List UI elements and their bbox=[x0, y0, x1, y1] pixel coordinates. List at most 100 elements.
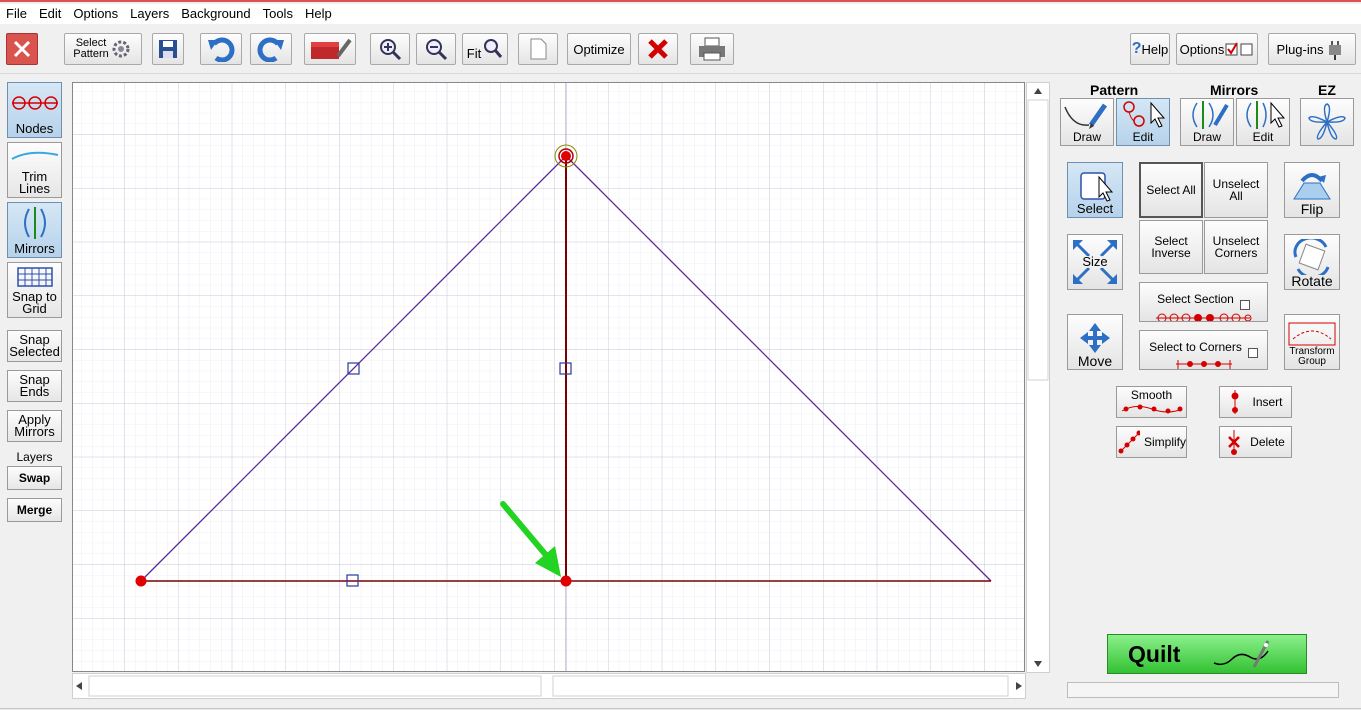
mirror-draw-icon bbox=[1192, 101, 1229, 129]
unselect-all-button[interactable]: Unselect All bbox=[1204, 162, 1268, 218]
zoom-in-button[interactable] bbox=[370, 33, 410, 65]
zoom-out-icon bbox=[426, 39, 448, 61]
select-inverse-button[interactable]: Select Inverse bbox=[1139, 220, 1203, 274]
menu-options[interactable]: Options bbox=[67, 4, 124, 24]
edit-nodes-icon bbox=[1123, 101, 1166, 128]
menu-tools[interactable]: Tools bbox=[257, 4, 299, 24]
select-inverse-label-2: Inverse bbox=[1151, 246, 1191, 260]
unselect-corners-button[interactable]: Unselect Corners bbox=[1204, 220, 1268, 274]
menu-layers[interactable]: Layers bbox=[124, 4, 175, 24]
optimize-label: Optimize bbox=[573, 41, 625, 57]
size-label: Size bbox=[1082, 254, 1108, 269]
optimize-button[interactable]: Optimize bbox=[567, 33, 631, 65]
simplify-button[interactable]: Simplify bbox=[1116, 426, 1187, 458]
zoom-out-button[interactable] bbox=[416, 33, 456, 65]
menu-help[interactable]: Help bbox=[299, 4, 338, 24]
pattern-header: Pattern bbox=[1090, 82, 1139, 98]
move-button[interactable]: Move bbox=[1067, 314, 1123, 370]
zoom-fit-button[interactable]: Fit bbox=[462, 33, 508, 65]
scroll-left-icon[interactable] bbox=[76, 682, 82, 690]
menu-edit[interactable]: Edit bbox=[33, 4, 67, 24]
trim-label-2: Lines bbox=[18, 181, 51, 196]
pattern-edit-button[interactable]: Edit bbox=[1116, 98, 1170, 146]
section-nodes-icon bbox=[1155, 313, 1251, 321]
select-pattern-button[interactable]: Select Pattern bbox=[64, 33, 142, 65]
select-to-corners-button[interactable]: Select to Corners bbox=[1139, 330, 1268, 370]
rotate-label: Rotate bbox=[1291, 273, 1333, 289]
print-button[interactable] bbox=[690, 33, 734, 65]
scroll-up-icon[interactable] bbox=[1034, 88, 1042, 94]
drawing-canvas[interactable] bbox=[72, 82, 1025, 672]
select-tool-button[interactable]: Select bbox=[1067, 162, 1123, 218]
close-button[interactable] bbox=[6, 33, 38, 65]
mirrors-draw-button[interactable]: Draw bbox=[1180, 98, 1234, 146]
select-section-label: Select Section bbox=[1157, 292, 1234, 306]
insert-node-icon bbox=[1231, 390, 1239, 414]
transform-group-button[interactable]: Transform Group bbox=[1284, 314, 1340, 370]
snap-selected-button[interactable]: Snap Selected bbox=[7, 330, 62, 362]
apply-mirrors-button[interactable]: Apply Mirrors bbox=[7, 410, 62, 442]
pattern-draw-label: Draw bbox=[1072, 130, 1101, 144]
insert-button[interactable]: Insert bbox=[1219, 386, 1292, 418]
save-button[interactable] bbox=[152, 33, 184, 65]
options-button[interactable]: Options bbox=[1176, 33, 1258, 65]
close-icon bbox=[13, 40, 31, 58]
pattern-canvas-svg[interactable] bbox=[73, 83, 1025, 672]
toolbox-button[interactable] bbox=[304, 33, 356, 65]
delete-node-button[interactable]: Delete bbox=[1219, 426, 1292, 458]
needle-thread-icon bbox=[1214, 640, 1270, 668]
snap-ends-button[interactable]: Snap Ends bbox=[7, 370, 62, 402]
trim-lines-button[interactable]: Trim Lines bbox=[7, 142, 62, 198]
center-node[interactable] bbox=[560, 575, 572, 587]
undo-button[interactable] bbox=[200, 33, 242, 65]
simplify-label: Simplify bbox=[1143, 435, 1186, 449]
redo-button[interactable] bbox=[250, 33, 292, 65]
delete-pattern-button[interactable] bbox=[638, 33, 678, 65]
apply-mirrors-label-2: Mirrors bbox=[14, 424, 55, 439]
smooth-icon bbox=[1121, 404, 1182, 414]
flip-icon bbox=[1293, 173, 1331, 200]
ez-header: EZ bbox=[1318, 82, 1336, 98]
nodes-icon bbox=[11, 96, 58, 110]
page-icon bbox=[530, 38, 547, 60]
horizontal-scrollbar[interactable] bbox=[72, 673, 1026, 699]
vertical-scroll-thumb[interactable] bbox=[1027, 99, 1049, 381]
top-node[interactable] bbox=[561, 151, 571, 161]
scroll-down-icon[interactable] bbox=[1034, 661, 1042, 667]
redo-icon bbox=[257, 37, 284, 62]
scroll-right-icon[interactable] bbox=[1016, 682, 1022, 690]
rotate-button[interactable]: Rotate bbox=[1284, 234, 1340, 290]
plugins-button[interactable]: Plug-ins bbox=[1268, 33, 1356, 65]
nodes-button[interactable]: Nodes bbox=[7, 82, 62, 138]
help-button[interactable]: ? Help bbox=[1130, 33, 1170, 65]
zoom-in-icon bbox=[380, 39, 402, 61]
select-section-button[interactable]: Select Section bbox=[1139, 282, 1268, 322]
snap-grid-label-2: Grid bbox=[22, 301, 47, 316]
flip-button[interactable]: Flip bbox=[1284, 162, 1340, 218]
hscroll-graphic bbox=[76, 675, 1022, 697]
left-node[interactable] bbox=[135, 575, 147, 587]
select-to-corners-checkbox[interactable] bbox=[1247, 348, 1258, 358]
vertical-scrollbar[interactable] bbox=[1026, 82, 1050, 673]
mirrors-header: Mirrors bbox=[1210, 82, 1259, 98]
ez-button[interactable] bbox=[1300, 98, 1354, 146]
snap-to-grid-button[interactable]: Snap to Grid bbox=[7, 262, 62, 318]
plug-icon bbox=[1329, 41, 1342, 60]
quilt-button[interactable]: Quilt bbox=[1107, 634, 1307, 674]
unselect-corners-label-2: Corners bbox=[1214, 246, 1258, 260]
menu-background[interactable]: Background bbox=[175, 4, 256, 24]
pattern-draw-button[interactable]: Draw bbox=[1060, 98, 1114, 146]
horizontal-scroll-thumb[interactable] bbox=[88, 675, 542, 697]
mirrors-edit-button[interactable]: Edit bbox=[1236, 98, 1290, 146]
smooth-button[interactable]: Smooth bbox=[1116, 386, 1187, 418]
select-section-checkbox[interactable] bbox=[1239, 300, 1250, 310]
size-button[interactable]: Size bbox=[1067, 234, 1123, 290]
swap-button[interactable]: Swap bbox=[7, 466, 62, 490]
select-all-button[interactable]: Select All bbox=[1139, 162, 1203, 218]
app-window: File Edit Options Layers Background Tool… bbox=[0, 0, 1361, 710]
merge-button[interactable]: Merge bbox=[7, 498, 62, 522]
menu-file[interactable]: File bbox=[0, 4, 33, 24]
mirrors-toggle-button[interactable]: Mirrors bbox=[7, 202, 62, 258]
new-page-button[interactable] bbox=[518, 33, 558, 65]
merge-label: Merge bbox=[16, 503, 53, 517]
